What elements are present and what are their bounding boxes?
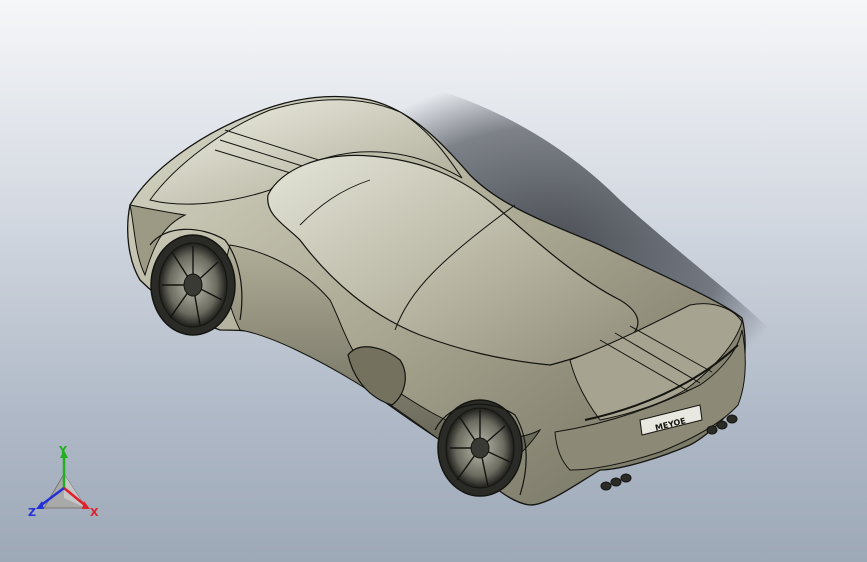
triad-y-label: Y: [58, 446, 68, 457]
front-wheel: [150, 234, 236, 336]
triad-x-label: X: [90, 506, 99, 519]
coordinate-triad: Y X Z: [28, 446, 99, 519]
triad-z-label: Z: [28, 506, 36, 519]
car-3d-model[interactable]: MEYOE: [0, 0, 867, 562]
graphics-viewport[interactable]: MEYOE Y X Z: [0, 0, 867, 562]
rear-wheel: [437, 399, 523, 497]
